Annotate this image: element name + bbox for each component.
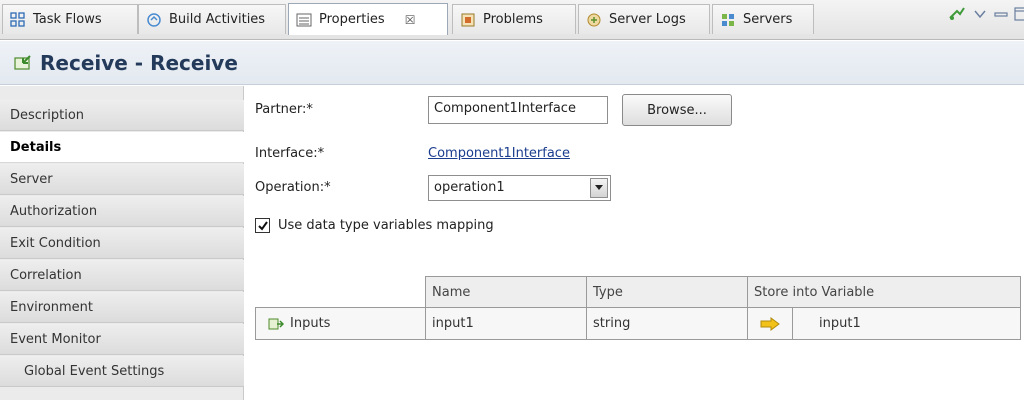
nav-item-details[interactable]: Details <box>0 132 244 163</box>
nav-item-label: Environment <box>10 299 94 315</box>
browse-button[interactable]: Browse... <box>622 94 732 126</box>
nav-item-label: Details <box>10 139 62 155</box>
interface-link[interactable]: Component1Interface <box>428 146 570 161</box>
nav-item-label: Server <box>10 171 53 187</box>
nav-item-label: Authorization <box>10 203 98 219</box>
parameter-mapping-table: Name Type Store into Variable Inputs inp… <box>255 276 1021 340</box>
checkbox-label: Use data type variables mapping <box>278 218 494 233</box>
receive-icon <box>12 53 34 73</box>
tab-build-activities[interactable]: Build Activities <box>138 4 286 34</box>
nav-item-event-monitor[interactable]: Event Monitor <box>0 324 244 355</box>
group-label: Inputs <box>290 316 331 331</box>
nav-item-label: Exit Condition <box>10 235 101 251</box>
column-header-store-into-variable: Store into Variable <box>747 276 1021 308</box>
nav-item-description[interactable]: Description <box>0 100 244 131</box>
task-flows-icon <box>9 11 27 29</box>
properties-icon <box>295 11 313 29</box>
pin-view-icon[interactable] <box>948 6 966 22</box>
nav-item-server[interactable]: Server <box>0 164 244 195</box>
view-tab-bar: Task Flows Build Activities Properties ☒… <box>0 0 1024 40</box>
tab-label: Task Flows <box>33 12 102 27</box>
partner-field[interactable]: Component1Interface <box>428 96 608 124</box>
tab-servers[interactable]: Servers <box>712 4 814 34</box>
data-type-mapping-checkbox[interactable] <box>255 218 270 233</box>
problems-icon <box>459 11 477 29</box>
nav-item-label: Correlation <box>10 267 82 283</box>
tab-properties[interactable]: Properties ☒ <box>288 3 448 35</box>
table-cell-map-arrow[interactable] <box>747 307 793 340</box>
page-title: Receive - Receive <box>40 50 238 75</box>
minimize-icon[interactable] <box>994 9 1008 19</box>
interface-label: Interface:* <box>255 146 325 161</box>
tab-server-logs[interactable]: Server Logs <box>578 4 710 34</box>
chevron-down-icon[interactable] <box>590 178 608 198</box>
build-activities-icon <box>145 11 163 29</box>
nav-item-label: Description <box>10 107 85 123</box>
nav-item-correlation[interactable]: Correlation <box>0 260 244 291</box>
inputs-icon <box>268 317 284 331</box>
properties-header: Receive - Receive <box>0 41 1024 85</box>
tab-task-flows[interactable]: Task Flows <box>2 4 138 34</box>
view-menu-icon[interactable] <box>974 9 986 19</box>
table-row-group[interactable]: Inputs <box>255 307 426 340</box>
table-cell-name[interactable]: input1 <box>425 307 587 340</box>
data-type-mapping-option: Use data type variables mapping <box>255 218 494 233</box>
nav-item-global-event-settings[interactable]: Global Event Settings <box>0 356 244 387</box>
nav-item-label: Event Monitor <box>10 331 101 347</box>
details-panel: Partner:* Component1Interface Browse... … <box>245 86 1024 400</box>
column-header-type: Type <box>586 276 748 308</box>
table-cell-variable[interactable]: input1 <box>792 307 1021 340</box>
nav-item-authorization[interactable]: Authorization <box>0 196 244 227</box>
tab-label: Servers <box>743 12 793 27</box>
tab-label: Server Logs <box>609 12 686 27</box>
operation-label: Operation:* <box>255 180 331 195</box>
operation-select[interactable]: operation1 <box>428 175 611 201</box>
tab-problems[interactable]: Problems <box>452 4 576 34</box>
tab-label: Problems <box>483 12 543 27</box>
arrow-right-icon <box>760 316 780 331</box>
tab-label: Properties <box>319 12 385 27</box>
nav-item-environment[interactable]: Environment <box>0 292 244 323</box>
view-toolbar <box>948 6 1024 22</box>
properties-nav: Description Details Server Authorization… <box>0 86 244 400</box>
nav-item-label: Global Event Settings <box>24 363 165 379</box>
tab-label: Build Activities <box>169 12 266 27</box>
close-icon[interactable]: ☒ <box>405 13 416 27</box>
servers-icon <box>719 11 737 29</box>
table-cell-type[interactable]: string <box>586 307 748 340</box>
operation-value: operation1 <box>434 180 505 195</box>
maximize-icon[interactable] <box>1014 7 1024 21</box>
column-header-name: Name <box>425 276 587 308</box>
server-logs-icon <box>585 11 603 29</box>
partner-label: Partner:* <box>255 102 313 117</box>
nav-item-exit-condition[interactable]: Exit Condition <box>0 228 244 259</box>
